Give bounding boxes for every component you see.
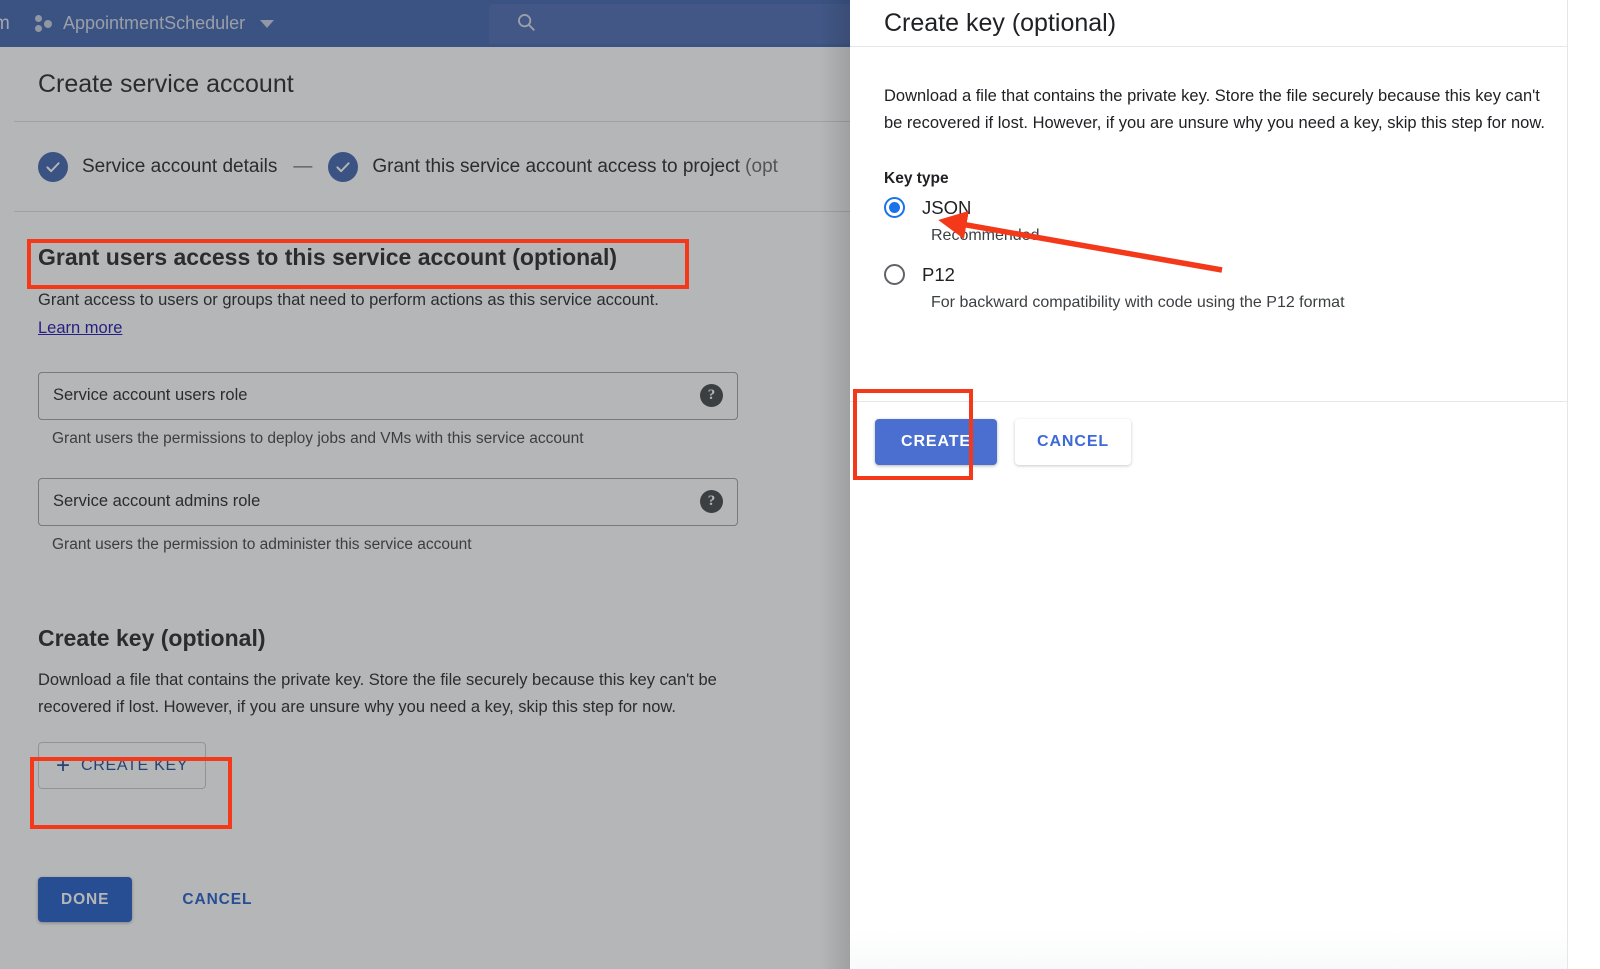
- page-title: Create service account: [38, 70, 294, 99]
- grant-users-section: Grant users access to this service accou…: [38, 244, 738, 554]
- key-type-option-p12[interactable]: P12: [884, 264, 1566, 286]
- stepper-step-optional-suffix: (opt: [745, 156, 778, 177]
- dialog-title: Create key (optional): [884, 9, 1116, 38]
- dialog-actions: CREATE CANCEL: [850, 402, 1600, 482]
- grant-users-description: Grant access to users or groups that nee…: [38, 287, 738, 314]
- key-type-json-sub: Recommended: [931, 227, 1566, 245]
- done-button[interactable]: DONE: [38, 877, 132, 922]
- plus-icon: +: [56, 754, 70, 778]
- create-key-description: Download a file that contains the privat…: [38, 667, 723, 720]
- key-type-label: Key type: [884, 170, 1566, 188]
- stepper-step-label: Grant this service account access to pro…: [372, 156, 778, 178]
- help-circle-icon[interactable]: ?: [700, 490, 723, 513]
- key-type-option-json[interactable]: JSON: [884, 197, 1566, 219]
- wizard-cancel-button[interactable]: CANCEL: [162, 877, 272, 922]
- create-key-heading: Create key (optional): [38, 625, 738, 652]
- key-type-p12-sub: For backward compatibility with code usi…: [931, 294, 1566, 312]
- create-key-section: Create key (optional) Download a file th…: [38, 625, 738, 789]
- key-type-p12-label: P12: [922, 264, 955, 286]
- radio-json-icon[interactable]: [884, 197, 905, 218]
- project-name-label: AppointmentScheduler: [63, 13, 245, 34]
- check-circle-icon: [328, 152, 358, 182]
- project-dots-icon: [34, 14, 54, 34]
- wizard-footer-actions: DONE CANCEL: [38, 877, 272, 922]
- dialog-body: Download a file that contains the privat…: [850, 47, 1600, 312]
- stepper-step-grant-project-access[interactable]: Grant this service account access to pro…: [328, 152, 778, 182]
- radio-p12-icon[interactable]: [884, 264, 905, 285]
- screen: m AppointmentScheduler Create service ac…: [0, 0, 1600, 969]
- create-key-dialog: Create key (optional) Download a file th…: [850, 0, 1600, 969]
- dialog-description: Download a file that contains the privat…: [884, 83, 1562, 138]
- learn-more-link[interactable]: Learn more: [38, 319, 122, 337]
- dialog-right-gutter: [1567, 0, 1600, 969]
- gcp-brand-text[interactable]: m: [0, 13, 18, 35]
- service-account-admins-role-label: Service account admins role: [53, 492, 700, 511]
- dialog-header: Create key (optional): [850, 0, 1600, 47]
- dialog-cancel-button[interactable]: CANCEL: [1015, 419, 1131, 465]
- chevron-down-icon: [260, 20, 274, 28]
- service-account-admins-role-hint: Grant users the permission to administer…: [52, 536, 738, 554]
- check-circle-icon: [38, 152, 68, 182]
- grant-users-heading: Grant users access to this service accou…: [38, 244, 738, 271]
- stepper-step-label: Service account details: [82, 156, 277, 178]
- service-account-users-role-hint: Grant users the permissions to deploy jo…: [52, 430, 738, 448]
- help-circle-icon[interactable]: ?: [700, 384, 723, 407]
- service-account-admins-role-field[interactable]: Service account admins role ?: [38, 478, 738, 526]
- create-key-button[interactable]: + CREATE KEY: [38, 742, 206, 789]
- dialog-create-button[interactable]: CREATE: [875, 419, 997, 465]
- service-account-users-role-field[interactable]: Service account users role ?: [38, 372, 738, 420]
- service-account-users-role-label: Service account users role: [53, 386, 700, 405]
- project-selector[interactable]: AppointmentScheduler: [28, 9, 280, 38]
- search-icon: [515, 11, 537, 38]
- create-key-button-label: CREATE KEY: [81, 757, 188, 775]
- stepper-step-service-account-details[interactable]: Service account details: [38, 152, 277, 182]
- stepper-separator: —: [293, 156, 312, 178]
- stepper-step-text: Grant this service account access to pro…: [372, 156, 745, 177]
- key-type-json-label: JSON: [922, 197, 971, 219]
